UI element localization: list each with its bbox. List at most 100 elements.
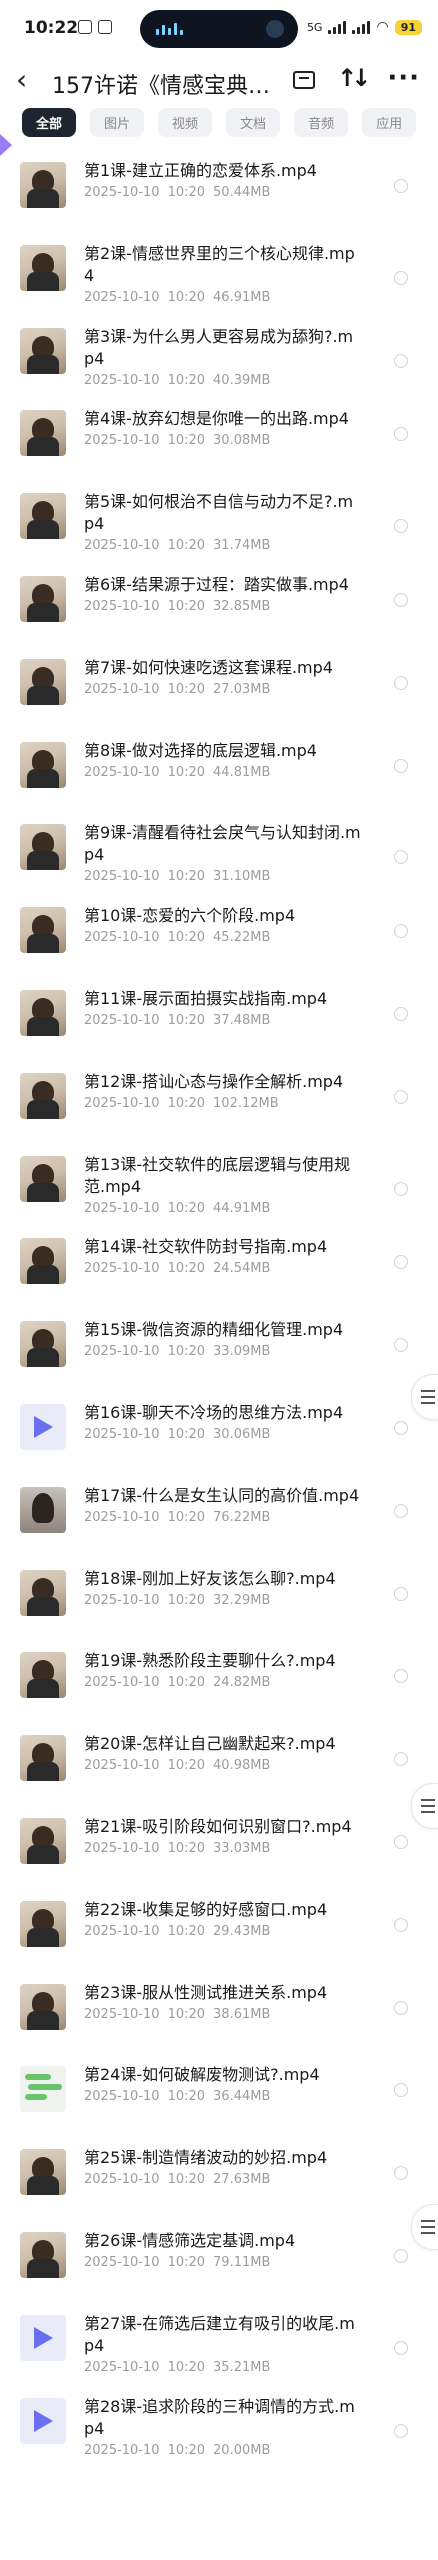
- select-radio[interactable]: [394, 1338, 408, 1353]
- select-radio[interactable]: [394, 1503, 408, 1518]
- file-name: 第3课-为什么男人更容易成为舔狗?.mp4: [84, 326, 354, 368]
- tab-all[interactable]: 全部: [22, 107, 77, 137]
- file-row[interactable]: 第25课-制造情绪波动的妙招.mp4 2025-10-10 10:20 27.63MB: [0, 2133, 438, 2216]
- file-row[interactable]: 第6课-结果源于过程：踏实做事.mp4 2025-10-10 10:20 32.85M…: [0, 560, 438, 643]
- select-radio[interactable]: [394, 1255, 408, 1270]
- select-radio[interactable]: [394, 850, 408, 865]
- file-row[interactable]: 第28课-追求阶段的三种调情的方式.mp4 2025-10-10 10:20 20.0…: [0, 2382, 438, 2465]
- file-row[interactable]: 第11课-展示面拍摄实战指南.mp4 2025-10-10 10:20 37.48MB: [0, 974, 438, 1057]
- back-icon[interactable]: ‹: [16, 66, 27, 94]
- select-radio[interactable]: [394, 2340, 408, 2355]
- file-row[interactable]: 第22课-收集足够的好感窗口.mp4 2025-10-10 10:20 29.43MB: [0, 1885, 438, 1968]
- file-size: 40.98MB: [213, 1758, 271, 1774]
- video-thumbnail: [20, 410, 66, 457]
- select-radio[interactable]: [394, 1420, 408, 1435]
- file-row[interactable]: 第12课-搭讪心态与操作全解析.mp4 2025-10-10 10:20 102.12…: [0, 1057, 438, 1140]
- select-radio[interactable]: [394, 519, 408, 534]
- file-date: 2025-10-10: [84, 1012, 160, 1028]
- select-radio[interactable]: [394, 1669, 408, 1684]
- file-row[interactable]: 第9课-清醒看待社会戾气与认知封闭.mp4 2025-10-10 10:20 31.1…: [0, 808, 438, 891]
- video-thumbnail: [20, 244, 66, 291]
- camera-dot: [266, 20, 284, 38]
- file-row[interactable]: 第13课-社交软件的底层逻辑与使用规范.mp4 2025-10-10 10:20 44…: [0, 1140, 438, 1223]
- select-radio[interactable]: [394, 1006, 408, 1021]
- file-time: 10:20: [167, 433, 206, 449]
- select-radio[interactable]: [394, 353, 408, 368]
- select-radio[interactable]: [394, 2000, 408, 2015]
- file-size: 44.91MB: [213, 1200, 271, 1216]
- file-row[interactable]: 第24课-如何破解废物测试?.mp4 2025-10-10 10:20 36.44MB: [0, 2050, 438, 2133]
- file-name: 第1课-建立正确的恋爱体系.mp4: [84, 161, 317, 180]
- tab-apps[interactable]: 应用: [362, 107, 417, 137]
- more-icon[interactable]: ···: [387, 65, 420, 91]
- select-radio[interactable]: [394, 1089, 408, 1104]
- file-row[interactable]: 第3课-为什么男人更容易成为舔狗?.mp4 2025-10-10 10:20 40.3…: [0, 312, 438, 395]
- tab-audio[interactable]: 音频: [294, 107, 349, 137]
- file-size: 38.61MB: [213, 2006, 271, 2022]
- file-time: 10:20: [167, 1200, 206, 1216]
- file-name: 第17课-什么是女生认同的高价值.mp4: [84, 1485, 360, 1505]
- select-radio[interactable]: [394, 675, 408, 690]
- file-meta: 2025-10-10 10:20 50.44MB: [84, 185, 278, 200]
- select-radio[interactable]: [394, 2248, 408, 2263]
- file-row[interactable]: 第4课-放弃幻想是你唯一的出路.mp4 2025-10-10 10:20 30.08M…: [0, 394, 438, 477]
- folder-icon[interactable]: [293, 71, 316, 89]
- file-size: 24.54MB: [213, 1261, 271, 1277]
- sort-icon[interactable]: ↑↓: [337, 64, 371, 92]
- file-row[interactable]: 第26课-情感筛选定基调.mp4 2025-10-10 10:20 79.11MB: [0, 2216, 438, 2299]
- file-size: 50.44MB: [213, 185, 271, 200]
- file-row[interactable]: 第17课-什么是女生认同的高价值.mp4 2025-10-10 10:20 76.22…: [0, 1471, 438, 1554]
- select-radio[interactable]: [394, 924, 408, 939]
- file-row[interactable]: 第1课-建立正确的恋爱体系.mp4 2025-10-10 10:20 50.44MB: [0, 146, 438, 229]
- file-row[interactable]: 第10课-恋爱的六个阶段.mp4 2025-10-10 10:20 45.22MB: [0, 891, 438, 974]
- video-thumbnail: [20, 1569, 66, 1616]
- file-row[interactable]: 第27课-在筛选后建立有吸引的收尾.mp4 2025-10-10 10:20 35.2…: [0, 2299, 438, 2382]
- file-row[interactable]: 第23课-服从性测试推进关系.mp4 2025-10-10 10:20 38.61MB: [0, 1968, 438, 2051]
- tab-documents[interactable]: 文档: [226, 107, 281, 137]
- select-radio[interactable]: [394, 2423, 408, 2438]
- select-radio[interactable]: [394, 758, 408, 773]
- file-size: 32.29MB: [213, 1592, 271, 1608]
- select-radio[interactable]: [394, 592, 408, 607]
- file-meta: 2025-10-10 10:20 76.22MB: [84, 1510, 278, 1525]
- select-radio[interactable]: [394, 1752, 408, 1767]
- file-time: 10:20: [167, 598, 206, 614]
- file-meta: 2025-10-10 10:20 33.03MB: [84, 1841, 278, 1856]
- select-radio[interactable]: [394, 2166, 408, 2181]
- select-radio[interactable]: [394, 179, 408, 193]
- file-row[interactable]: 第2课-情感世界里的三个核心规律.mp4 2025-10-10 10:20 46.91…: [0, 229, 438, 312]
- file-time: 10:20: [167, 1675, 206, 1691]
- file-name: 第19课-熟悉阶段主要聊什么?.mp4: [84, 1651, 336, 1671]
- select-radio[interactable]: [394, 1917, 408, 1932]
- video-file-icon: [20, 2397, 66, 2444]
- video-thumbnail: [20, 1652, 66, 1699]
- file-row[interactable]: 第14课-社交软件防封号指南.mp4 2025-10-10 10:20 24.54MB: [0, 1222, 438, 1305]
- audio-wave-icon: [156, 23, 183, 35]
- file-row[interactable]: 第8课-做对选择的底层逻辑.mp4 2025-10-10 10:20 44.81MB: [0, 726, 438, 809]
- tab-videos[interactable]: 视频: [158, 107, 213, 137]
- file-name: 第22课-收集足够的好感窗口.mp4: [84, 1899, 328, 1919]
- file-row[interactable]: 第7课-如何快速吃透这套课程.mp4 2025-10-10 10:20 27.03MB: [0, 643, 438, 726]
- page-title: 157许诺《情感宝典…: [52, 74, 270, 99]
- filter-tabs: 全部 图片 视频 文档 音频 应用: [0, 102, 438, 142]
- tab-images[interactable]: 图片: [90, 107, 145, 137]
- file-row[interactable]: 第20课-怎样让自己幽默起来?.mp4 2025-10-10 10:20 40.98M…: [0, 1719, 438, 1802]
- file-name: 第28课-追求阶段的三种调情的方式.mp4: [84, 2396, 355, 2438]
- file-row[interactable]: 第18课-刚加上好友该怎么聊?.mp4 2025-10-10 10:20 32.29M…: [0, 1554, 438, 1637]
- file-row[interactable]: 第5课-如何根治不自信与动力不足?.mp4 2025-10-10 10:20 31.7…: [0, 477, 438, 560]
- select-radio[interactable]: [394, 2083, 408, 2098]
- file-row[interactable]: 第19课-熟悉阶段主要聊什么?.mp4 2025-10-10 10:20 24.82M…: [0, 1636, 438, 1719]
- file-row[interactable]: 第15课-微信资源的精细化管理.mp4 2025-10-10 10:20 33.09M…: [0, 1305, 438, 1388]
- file-meta: 2025-10-10 10:20 102.12MB: [84, 1096, 287, 1111]
- file-name: 第14课-社交软件防封号指南.mp4: [84, 1237, 328, 1257]
- file-row[interactable]: 第21课-吸引阶段如何识别窗口?.mp4 2025-10-10 10:20 33.03…: [0, 1802, 438, 1885]
- file-date: 2025-10-10: [84, 1200, 160, 1216]
- select-radio[interactable]: [394, 1834, 408, 1849]
- select-radio[interactable]: [394, 1586, 408, 1601]
- file-date: 2025-10-10: [84, 930, 160, 946]
- select-radio[interactable]: [394, 427, 408, 442]
- select-radio[interactable]: [394, 270, 408, 285]
- select-radio[interactable]: [394, 1181, 408, 1196]
- file-row[interactable]: 第16课-聊天不冷场的思维方法.mp4 2025-10-10 10:20 30.06M…: [0, 1388, 438, 1471]
- file-time: 10:20: [167, 764, 206, 780]
